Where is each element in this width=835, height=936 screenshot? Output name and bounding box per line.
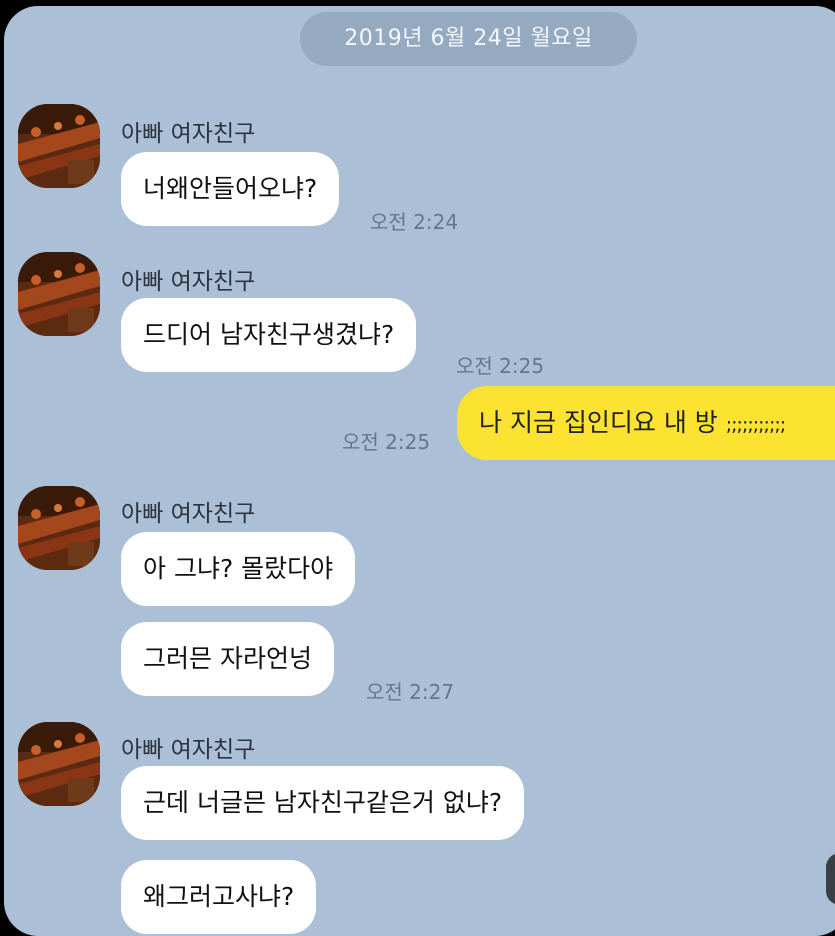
message-bubble[interactable]: 그러믄 자라언넝	[121, 622, 334, 696]
message-bubble[interactable]: 근데 너글믄 남자친구같은거 없냐?	[121, 766, 525, 840]
sender-name: 아빠 여자친구	[121, 269, 256, 295]
chat-room[interactable]: 2019년 6월 24일 월요일 아빠 여자친구 너왜안들어오냐? 오전 2:2…	[4, 6, 835, 936]
scroll-down-button[interactable]	[826, 853, 835, 905]
message-time: 오전 2:24	[370, 210, 459, 234]
sender-avatar[interactable]	[18, 722, 100, 806]
message-bubble[interactable]: 아 그냐? 몰랐다야	[121, 532, 356, 606]
sender-name: 아빠 여자친구	[121, 501, 256, 527]
message-bubble[interactable]: 드디어 남자친구생겼냐?	[121, 298, 417, 372]
sender-avatar[interactable]	[18, 252, 100, 336]
sender-name: 아빠 여자친구	[121, 737, 256, 763]
my-message-text: 나 지금 집인디요 내 방	[479, 408, 718, 437]
sender-avatar[interactable]	[18, 104, 100, 188]
my-message-bubble[interactable]: 나 지금 집인디요 내 방 ;;;;;;;;;;;	[457, 386, 835, 460]
message-bubble[interactable]: 너왜안들어오냐?	[121, 152, 340, 226]
message-time: 오전 2:25	[456, 354, 545, 378]
date-divider: 2019년 6월 24일 월요일	[300, 12, 637, 66]
sender-avatar[interactable]	[18, 486, 100, 570]
my-message-suffix: ;;;;;;;;;;;	[725, 414, 786, 436]
my-message-time: 오전 2:25	[342, 430, 431, 454]
message-bubble[interactable]: 왜그러고사냐?	[121, 860, 317, 934]
sender-name: 아빠 여자친구	[121, 121, 256, 147]
phone-frame: 2019년 6월 24일 월요일 아빠 여자친구 너왜안들어오냐? 오전 2:2…	[0, 0, 835, 936]
message-time: 오전 2:27	[366, 680, 455, 704]
